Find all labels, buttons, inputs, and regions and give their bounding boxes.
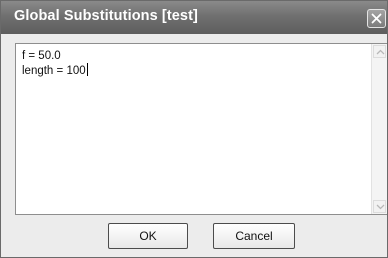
scroll-down-button[interactable]	[373, 200, 386, 213]
editor-content[interactable]: f = 50.0 length = 100	[22, 49, 88, 78]
dialog-title: Global Substitutions [test]	[14, 8, 198, 24]
chevron-up-icon	[376, 49, 385, 55]
editor-line-2-text: length = 100	[22, 65, 86, 77]
global-substitutions-dialog: Global Substitutions [test] f = 50.0 len…	[0, 0, 388, 258]
chevron-down-icon	[376, 204, 385, 210]
close-icon	[371, 13, 382, 24]
close-button[interactable]	[367, 9, 386, 28]
editor-line-2: length = 100	[22, 63, 88, 78]
vertical-scrollbar[interactable]	[371, 44, 387, 214]
dialog-body: f = 50.0 length = 100 OK Cancel	[1, 34, 387, 257]
title-bar[interactable]: Global Substitutions [test]	[1, 1, 387, 34]
scroll-up-button[interactable]	[373, 45, 386, 58]
ok-button[interactable]: OK	[108, 223, 188, 249]
text-caret	[86, 63, 88, 76]
substitutions-text-area[interactable]: f = 50.0 length = 100	[15, 43, 387, 215]
editor-line-1: f = 50.0	[22, 50, 61, 62]
cancel-button[interactable]: Cancel	[213, 223, 295, 249]
